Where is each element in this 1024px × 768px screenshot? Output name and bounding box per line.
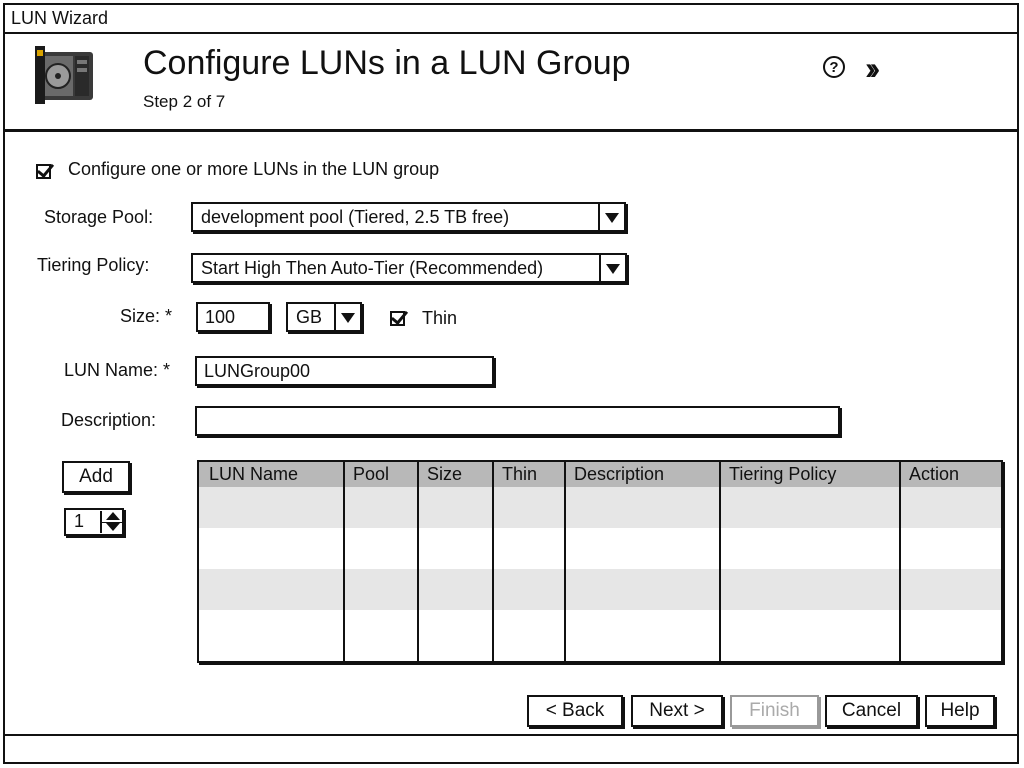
column-divider	[719, 462, 721, 661]
size-label: Size: *	[120, 306, 173, 326]
dropdown-arrow-icon[interactable]	[599, 255, 625, 281]
disk-drive-icon	[35, 46, 93, 104]
tiering-policy-select[interactable]: Start High Then Auto-Tier (Recommended)	[191, 253, 627, 283]
size-unit-value: GB	[296, 307, 323, 327]
tiering-policy-value: Start High Then Auto-Tier (Recommended)	[201, 258, 544, 278]
lun-wizard-window: LUN Wizard Configure LUNs in a LUN Group…	[3, 3, 1019, 764]
column-divider	[343, 462, 345, 661]
add-count-stepper[interactable]: 1	[64, 508, 124, 536]
wizard-header: Configure LUNs in a LUN Group Step 2 of …	[5, 34, 1017, 132]
page-title: Configure LUNs in a LUN Group	[143, 44, 631, 82]
column-header-pool[interactable]: Pool	[345, 462, 389, 487]
storage-pool-value: development pool (Tiered, 2.5 TB free)	[201, 207, 510, 227]
description-input[interactable]	[195, 406, 840, 436]
column-header-description[interactable]: Description	[566, 462, 664, 487]
size-input[interactable]: 100	[196, 302, 270, 332]
thin-checkbox[interactable]	[390, 311, 405, 326]
stepper-down-icon[interactable]	[100, 522, 124, 533]
dropdown-arrow-icon[interactable]	[334, 304, 360, 330]
tiering-policy-label: Tiering Policy:	[37, 255, 150, 275]
column-header-lun-name[interactable]: LUN Name	[201, 462, 298, 487]
lun-table: LUN Name Pool Size Thin Description Tier…	[197, 460, 1003, 663]
column-header-thin[interactable]: Thin	[494, 462, 537, 487]
status-bar	[5, 734, 1017, 762]
next-button[interactable]: Next >	[631, 695, 723, 727]
size-unit-select[interactable]: GB	[286, 302, 362, 332]
configure-luns-checkbox[interactable]	[36, 164, 51, 179]
help-button[interactable]: Help	[925, 695, 995, 727]
help-icon[interactable]: ?	[823, 56, 845, 78]
lun-name-label: LUN Name: *	[64, 360, 171, 380]
column-header-action[interactable]: Action	[901, 462, 959, 487]
back-button[interactable]: < Back	[527, 695, 623, 727]
column-header-tiering-policy[interactable]: Tiering Policy	[721, 462, 836, 487]
column-header-size[interactable]: Size	[419, 462, 462, 487]
chevrons-icon[interactable]: ››	[865, 50, 881, 87]
lun-name-input[interactable]: LUNGroup00	[195, 356, 494, 386]
column-divider	[899, 462, 901, 661]
add-button[interactable]: Add	[62, 461, 130, 493]
column-divider	[564, 462, 566, 661]
window-title: LUN Wizard	[5, 5, 1017, 34]
table-row	[199, 487, 1001, 528]
finish-button[interactable]: Finish	[730, 695, 819, 727]
column-divider	[417, 462, 419, 661]
configure-luns-label: Configure one or more LUNs in the LUN gr…	[68, 159, 440, 179]
thin-label: Thin	[422, 308, 458, 328]
description-label: Description:	[61, 410, 157, 430]
step-indicator: Step 2 of 7	[143, 92, 226, 111]
cancel-button[interactable]: Cancel	[825, 695, 918, 727]
storage-pool-label: Storage Pool:	[44, 207, 154, 227]
table-row	[199, 569, 1001, 610]
storage-pool-select[interactable]: development pool (Tiered, 2.5 TB free)	[191, 202, 626, 232]
add-count-value: 1	[74, 511, 85, 531]
column-divider	[492, 462, 494, 661]
dropdown-arrow-icon[interactable]	[598, 204, 624, 230]
